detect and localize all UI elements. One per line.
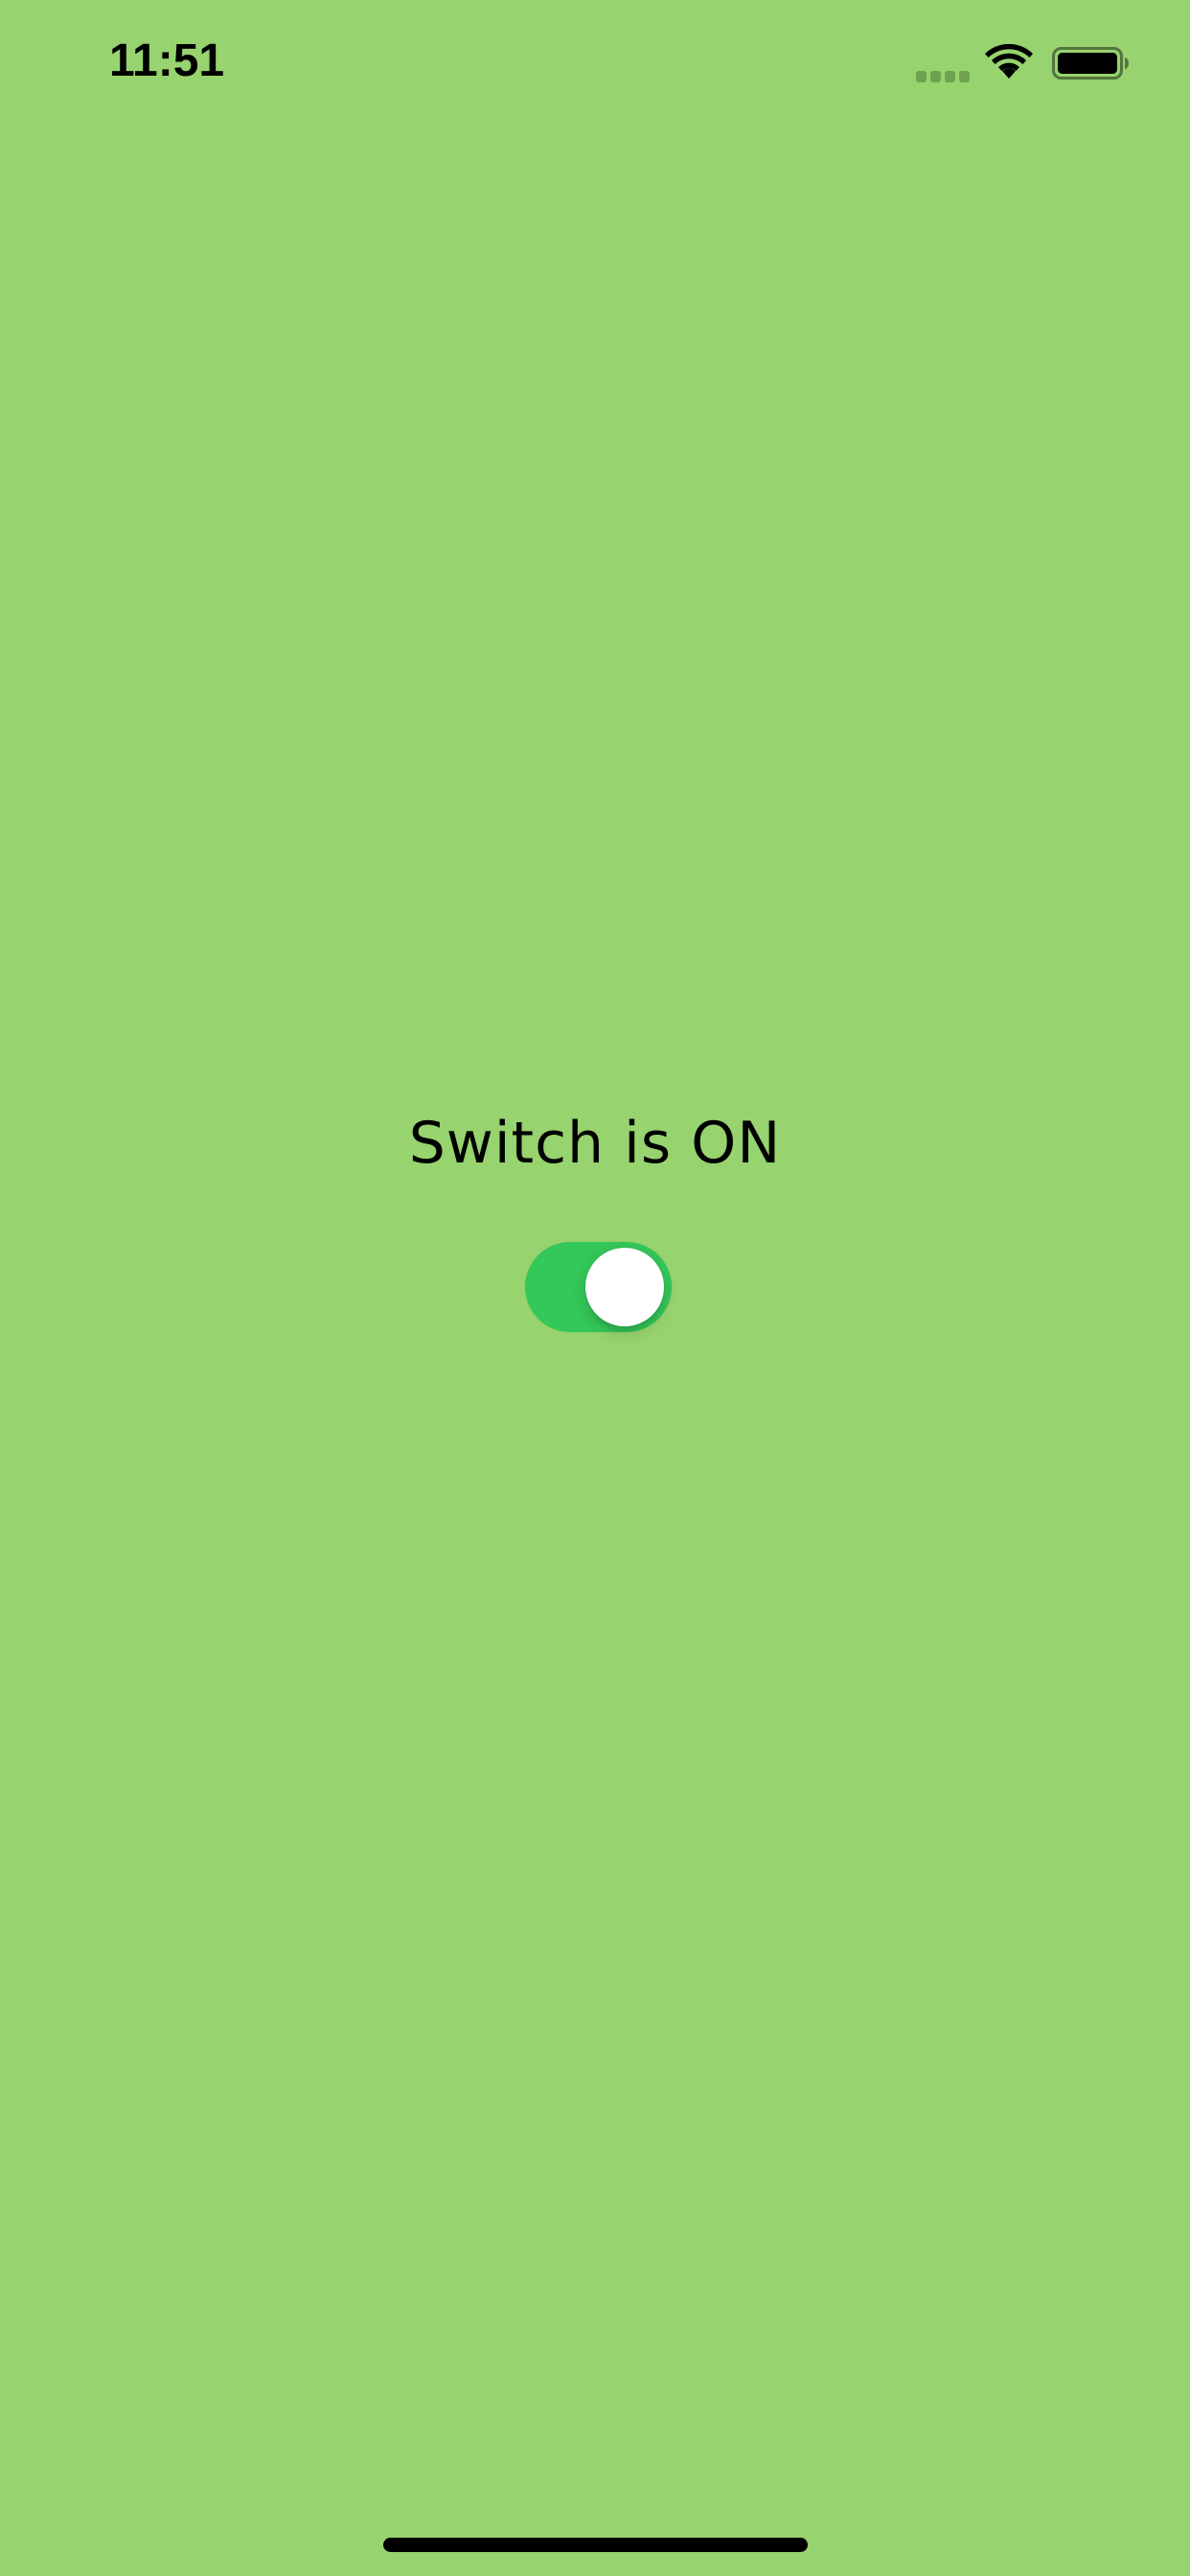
- status-bar: 11:51: [0, 0, 1190, 125]
- toggle-switch[interactable]: [525, 1242, 672, 1332]
- status-time: 11:51: [109, 35, 225, 86]
- screen: 11:51 Switch is ON: [0, 0, 1190, 2576]
- battery-icon: [1052, 44, 1131, 82]
- cellular-signal-icon: [916, 71, 970, 82]
- wifi-icon: [985, 43, 1033, 82]
- home-indicator[interactable]: [383, 2538, 808, 2552]
- toggle-knob[interactable]: [585, 1248, 664, 1326]
- switch-status-label: Switch is ON: [408, 1110, 782, 1177]
